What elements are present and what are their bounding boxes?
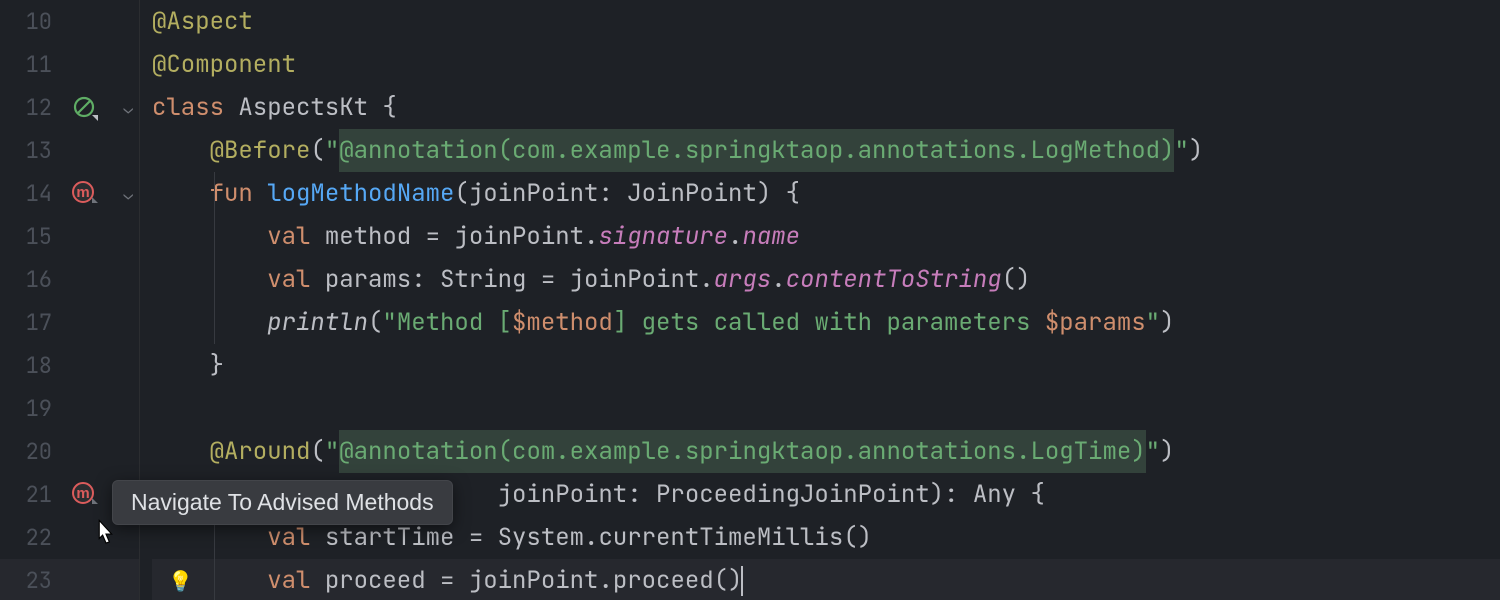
property-token: signature — [598, 215, 728, 258]
line-number: 15 — [0, 222, 60, 251]
gutter-row[interactable]: 11 — [0, 43, 139, 86]
gutter-row[interactable]: 12 ⌄ — [0, 86, 139, 129]
code-line[interactable]: fun logMethodName(joinPoint: JoinPoint) … — [152, 172, 1500, 215]
keyword-token: class — [152, 86, 224, 129]
gutter-row[interactable]: 18 — [0, 344, 139, 387]
code-line[interactable]: val method = joinPoint.signature.name — [152, 215, 1500, 258]
brace-token: { — [368, 86, 397, 129]
template-token: $method — [512, 301, 613, 344]
gutter-row[interactable]: 19 — [0, 387, 139, 430]
code-line[interactable]: val params: String = joinPoint.args.cont… — [152, 258, 1500, 301]
code-line[interactable]: @Before("@annotation(com.example.springk… — [152, 129, 1500, 172]
svg-text:m: m — [76, 485, 89, 502]
keyword-token: fun — [210, 172, 253, 215]
extension-call-token: contentToString — [786, 258, 1002, 301]
svg-text:m: m — [76, 184, 89, 201]
code-line[interactable]: class AspectsKt { — [152, 86, 1500, 129]
line-number: 17 — [0, 308, 60, 337]
gutter-row[interactable]: 23 — [0, 559, 139, 600]
tooltip-label: Navigate To Advised Methods — [131, 489, 434, 515]
line-number: 22 — [0, 523, 60, 552]
gutter-row[interactable]: 17 — [0, 301, 139, 344]
line-number: 20 — [0, 437, 60, 466]
gutter-row[interactable]: 16 — [0, 258, 139, 301]
line-number: 10 — [0, 7, 60, 36]
line-number: 13 — [0, 136, 60, 165]
navigate-to-advised-methods-tooltip[interactable]: Navigate To Advised Methods — [112, 480, 453, 525]
string-token: (com.example.springktaop.annotations.Log… — [498, 430, 1146, 473]
advice-marker-icon[interactable]: m — [72, 482, 98, 508]
fold-toggle-icon[interactable]: ⌄ — [123, 97, 133, 118]
code-line[interactable]: @Aspect — [152, 0, 1500, 43]
code-line[interactable]: } — [152, 344, 1500, 387]
gutter-row[interactable]: 13 — [0, 129, 139, 172]
line-number: 12 — [0, 93, 60, 122]
line-number: 21 — [0, 480, 60, 509]
fold-toggle-icon[interactable]: ⌄ — [123, 183, 133, 204]
line-number: 16 — [0, 265, 60, 294]
annotation-token: @Component — [152, 43, 296, 86]
gutter-row[interactable]: 10 — [0, 0, 139, 43]
annotation-token: @Aspect — [152, 0, 253, 43]
annotation-token: @Before — [210, 129, 311, 172]
code-line[interactable]: @Component — [152, 43, 1500, 86]
caret — [741, 566, 743, 596]
line-number: 23 — [0, 566, 60, 595]
line-number: 18 — [0, 351, 60, 380]
annotation-token: @Around — [210, 430, 311, 473]
intention-bulb-icon[interactable]: 💡 — [168, 568, 193, 594]
code-line-current[interactable]: val proceed = joinPoint.proceed() — [152, 559, 1500, 600]
code-line[interactable]: println("Method [$method] gets called wi… — [152, 301, 1500, 344]
class-name-token: AspectsKt — [238, 86, 368, 129]
string-token: @annotation(com.example.springktaop.anno… — [339, 129, 1174, 172]
gutter-row[interactable]: 20 — [0, 430, 139, 473]
gutter-row[interactable]: 15 — [0, 215, 139, 258]
no-symbol-icon[interactable] — [72, 95, 98, 121]
line-number: 11 — [0, 50, 60, 79]
code-line[interactable]: @Around("@annotation(com.example.springk… — [152, 430, 1500, 473]
gutter-row[interactable]: 14 m ⌄ — [0, 172, 139, 215]
line-number: 14 — [0, 179, 60, 208]
function-name-token: logMethodName — [267, 172, 454, 215]
line-number: 19 — [0, 394, 60, 423]
property-token: name — [742, 215, 800, 258]
template-token: $params — [1045, 301, 1146, 344]
code-line[interactable] — [152, 387, 1500, 430]
advice-marker-icon[interactable]: m — [72, 181, 98, 207]
